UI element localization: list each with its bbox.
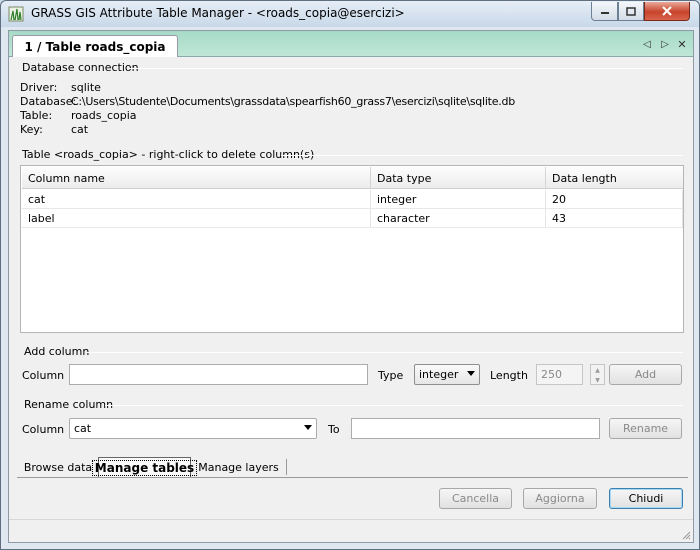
table-cell[interactable]: integer: [371, 190, 546, 209]
chevron-down-icon: [304, 425, 312, 430]
table-label: Table:: [20, 109, 53, 122]
columns-table[interactable]: Column name Data type Data length cat in…: [20, 165, 684, 333]
rename-to-label: To: [328, 423, 340, 436]
database-label: Database:: [20, 95, 77, 108]
rename-column-select-value: cat: [74, 422, 92, 435]
column-header-length[interactable]: Data length: [546, 167, 683, 189]
table-cell[interactable]: label: [22, 209, 371, 228]
table-cell[interactable]: cat: [22, 190, 371, 209]
app-window: GRASS GIS Attribute Table Manager - <roa…: [0, 0, 700, 550]
tab-table-roads-copia[interactable]: 1 / Table roads_copia: [12, 35, 178, 57]
key-label: Key:: [20, 123, 43, 136]
group-divider: [87, 352, 683, 353]
add-column-button[interactable]: Add: [609, 364, 682, 385]
chevron-down-icon: [467, 371, 475, 376]
rename-column-title: Rename column: [24, 398, 114, 411]
client-area: 1 / Table roads_copia ◁ ▷ ✕ Database con…: [8, 30, 694, 543]
tab-scroll-right-icon[interactable]: ▷: [659, 38, 671, 50]
db-connection-title: Database connection: [22, 61, 139, 74]
window-title: GRASS GIS Attribute Table Manager - <roa…: [31, 6, 405, 20]
minimize-button[interactable]: [591, 2, 618, 21]
length-spinner[interactable]: ▲ ▼: [590, 364, 605, 385]
type-select[interactable]: integer: [414, 364, 480, 385]
type-label: Type: [378, 369, 404, 382]
driver-value: sqlite: [71, 81, 101, 94]
tab-manage-tables-label: Manage tables: [91, 459, 198, 476]
tab-scroll-left-icon[interactable]: ◁: [641, 38, 653, 50]
minimize-icon: [600, 12, 609, 14]
table-group-title: Table <roads_copia> - right-click to del…: [22, 148, 315, 161]
add-column-title: Add column: [24, 345, 90, 358]
spin-down-icon[interactable]: ▼: [591, 375, 604, 385]
length-label: Length: [490, 369, 528, 382]
group-divider: [129, 68, 683, 69]
maximize-icon: [626, 6, 636, 16]
driver-label: Driver:: [20, 81, 58, 94]
rename-column-label: Column: [22, 423, 65, 436]
add-column-name-input[interactable]: [69, 364, 368, 385]
rename-button[interactable]: Rename: [609, 418, 682, 439]
close-button[interactable]: Chiudi: [609, 488, 683, 509]
length-input[interactable]: 250: [536, 364, 583, 385]
column-header-type[interactable]: Data type: [371, 167, 546, 189]
tab-browse-data[interactable]: Browse data: [18, 457, 98, 477]
spin-up-icon[interactable]: ▲: [591, 365, 604, 375]
table-cell[interactable]: character: [371, 209, 546, 228]
status-divider: [9, 519, 693, 520]
add-column-name-label: Column: [22, 369, 65, 382]
rename-column-select[interactable]: cat: [69, 418, 317, 439]
type-select-value: integer: [419, 368, 459, 381]
page-tab-strip: 1 / Table roads_copia ◁ ▷ ✕: [9, 31, 693, 57]
close-icon: [662, 6, 672, 16]
update-button[interactable]: Aggiorna: [523, 488, 597, 509]
title-bar[interactable]: GRASS GIS Attribute Table Manager - <roa…: [1, 1, 699, 27]
table-value: roads_copia: [71, 109, 137, 122]
tab-manage-layers[interactable]: Manage layers: [191, 459, 287, 475]
maximize-button[interactable]: [618, 2, 644, 21]
tab-manage-tables[interactable]: Manage tables: [91, 457, 198, 477]
close-window-button[interactable]: [644, 2, 690, 21]
column-header-name[interactable]: Column name: [22, 167, 371, 189]
tab-close-icon[interactable]: ✕: [676, 38, 688, 51]
tab-divider: [17, 477, 688, 478]
cancel-button[interactable]: Cancella: [439, 488, 512, 509]
key-value: cat: [71, 123, 89, 136]
group-divider: [281, 155, 683, 156]
table-cell[interactable]: 43: [546, 209, 683, 228]
database-path-value: C:\Users\Studente\Documents\grassdata\sp…: [71, 95, 515, 108]
table-cell[interactable]: 20: [546, 190, 683, 209]
group-divider: [105, 405, 683, 406]
resize-grip-icon[interactable]: [681, 530, 691, 540]
rename-to-input[interactable]: [351, 418, 600, 439]
grass-app-icon: [8, 6, 24, 22]
